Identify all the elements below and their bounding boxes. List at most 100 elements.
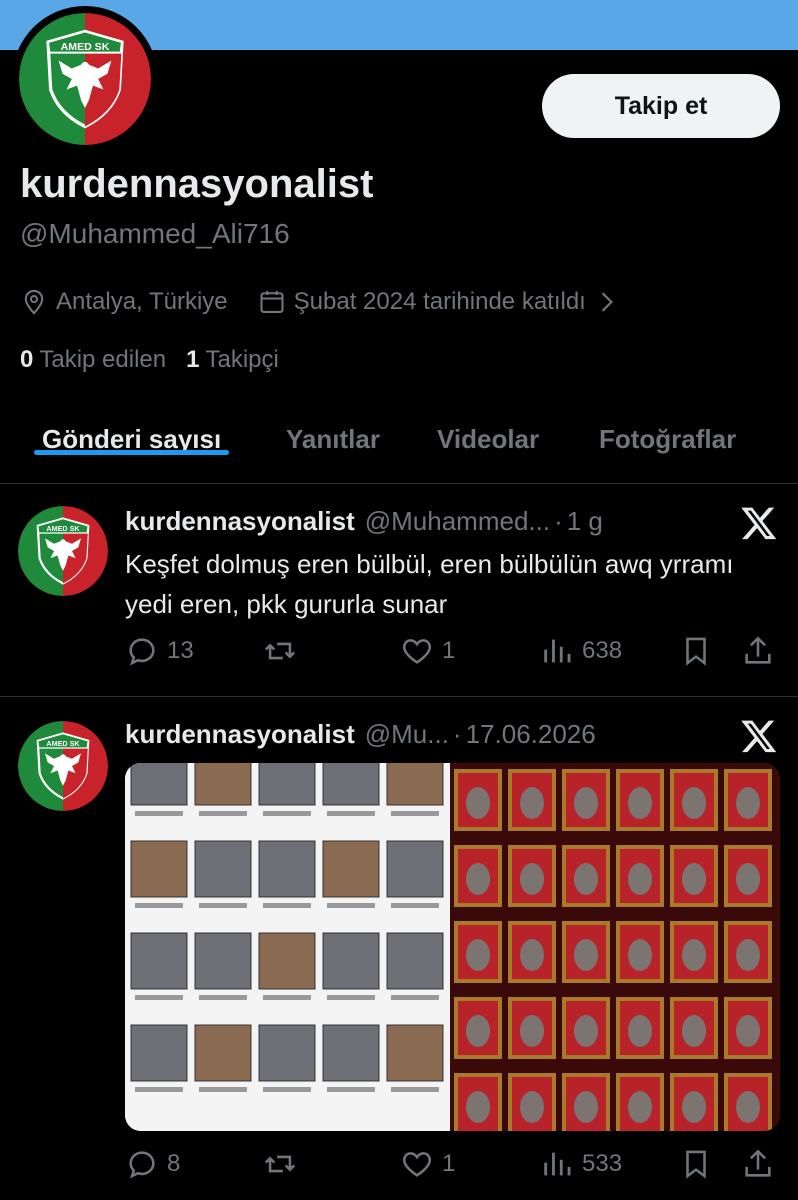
follow-counts: 0 Takip edilen 1 Takipçi	[20, 346, 279, 374]
following-count: 0	[20, 346, 34, 373]
profile-joined-date[interactable]: Şubat 2024 tarihinde katıldı	[294, 288, 586, 316]
media-image-left[interactable]	[125, 763, 450, 1131]
caption-bar	[327, 995, 375, 1000]
portrait-shape	[466, 1091, 490, 1123]
post-date[interactable]: 1 g	[567, 506, 603, 537]
share-button[interactable]	[741, 634, 783, 668]
portrait-shape	[574, 863, 598, 895]
tab-videos[interactable]: Videolar	[437, 410, 539, 455]
caption-bar	[199, 995, 247, 1000]
portrait-shape	[628, 1091, 652, 1123]
reply-icon	[129, 1151, 155, 1179]
media-image-right[interactable]	[450, 763, 780, 1131]
tab-photos-label: Fotoğraflar	[599, 424, 737, 454]
share-icon	[745, 1149, 771, 1177]
post-header: kurdennasyonalist @Mu... · 17.06.2026	[125, 719, 596, 750]
photo-tile	[386, 763, 444, 806]
profile-display-name: kurdennasyonalist	[20, 162, 374, 206]
chevron-right-icon[interactable]	[598, 291, 616, 313]
photo-tile	[130, 763, 188, 806]
repost-button[interactable]	[263, 1147, 305, 1181]
x-logo-icon[interactable]	[740, 504, 778, 542]
caption-bar	[391, 811, 439, 816]
x-logo-icon[interactable]	[740, 717, 778, 755]
post-author-handle[interactable]: @Mu...	[365, 719, 449, 750]
post-header: kurdennasyonalist @Muhammed... · 1 g	[125, 506, 603, 537]
post-item[interactable]: kurdennasyonalist @Muhammed... · 1 g Keş…	[0, 484, 798, 697]
post-author-handle[interactable]: @Muhammed...	[365, 506, 550, 537]
view-count: 533	[582, 1150, 623, 1177]
views-button[interactable]: 638	[540, 634, 622, 668]
heart-icon	[402, 1152, 432, 1177]
post-avatar[interactable]	[18, 506, 108, 596]
followers-link[interactable]: 1 Takipçi	[186, 346, 279, 374]
photo-tile	[194, 763, 252, 806]
separator-dot: ·	[452, 719, 462, 749]
views-button[interactable]: 533	[540, 1147, 622, 1181]
reply-button[interactable]: 13	[125, 634, 194, 668]
tab-videos-label: Videolar	[437, 424, 540, 454]
caption-bar	[135, 995, 183, 1000]
post-avatar[interactable]	[18, 721, 108, 811]
post-text: Keşfet dolmuş eren bülbül, eren bülbülün…	[125, 549, 734, 619]
portrait-shape	[682, 939, 706, 971]
amed-sk-logo	[18, 721, 108, 811]
post-media[interactable]	[125, 763, 780, 1131]
photo-tile	[322, 840, 380, 898]
active-tab-indicator	[34, 450, 230, 455]
photo-tile	[386, 840, 444, 898]
post-item[interactable]: kurdennasyonalist @Mu... · 17.06.2026 8 …	[0, 697, 798, 1200]
photo-tile	[130, 1024, 188, 1082]
reply-icon	[129, 638, 155, 666]
photo-tile	[258, 763, 316, 806]
caption-bar	[391, 903, 439, 908]
followers-count: 1	[186, 346, 200, 373]
portrait-shape	[520, 1091, 544, 1123]
post-author-name[interactable]: kurdennasyonalist	[125, 506, 355, 537]
photo-tile	[194, 1024, 252, 1082]
analytics-icon	[544, 1152, 571, 1176]
portrait-shape	[736, 1091, 760, 1123]
profile-tabs: Gönderi sayısı Yanıtlar Videolar Fotoğra…	[0, 410, 798, 484]
tab-replies[interactable]: Yanıtlar	[286, 410, 380, 455]
portrait-shape	[574, 1091, 598, 1123]
photo-tile	[258, 1024, 316, 1082]
reply-count: 8	[167, 1150, 181, 1177]
like-count: 1	[442, 637, 456, 664]
caption-bar	[135, 903, 183, 908]
profile-avatar[interactable]	[12, 6, 158, 152]
view-count: 638	[582, 637, 623, 664]
post-date[interactable]: 17.06.2026	[466, 719, 596, 750]
repost-button[interactable]	[263, 634, 305, 668]
post-actions: 8 1 533	[125, 1147, 785, 1187]
bookmark-button[interactable]	[679, 634, 721, 668]
photo-tile	[258, 840, 316, 898]
heart-icon	[402, 639, 432, 664]
caption-bar	[263, 811, 311, 816]
portrait-shape	[520, 787, 544, 819]
caption-bar	[391, 1087, 439, 1092]
post-author-name[interactable]: kurdennasyonalist	[125, 719, 355, 750]
photo-tile	[322, 932, 380, 990]
share-button[interactable]	[741, 1147, 783, 1181]
tab-posts[interactable]: Gönderi sayısı	[34, 410, 230, 455]
portrait-shape	[682, 1015, 706, 1047]
like-button[interactable]: 1	[400, 634, 455, 668]
photo-tile	[130, 840, 188, 898]
bookmark-icon	[686, 637, 706, 666]
location-icon	[24, 289, 44, 315]
follow-button[interactable]: Takip et	[542, 74, 780, 138]
portrait-shape	[682, 787, 706, 819]
calendar-icon	[260, 290, 284, 313]
photo-tile	[322, 1024, 380, 1082]
post-actions: 13 1 638	[125, 634, 785, 674]
following-label: Takip edilen	[39, 346, 167, 373]
caption-bar	[263, 903, 311, 908]
following-link[interactable]: 0 Takip edilen	[20, 346, 166, 374]
caption-bar	[327, 1087, 375, 1092]
reply-button[interactable]: 8	[125, 1147, 180, 1181]
like-button[interactable]: 1	[400, 1147, 455, 1181]
tab-photos[interactable]: Fotoğraflar	[599, 410, 736, 455]
photo-tile	[322, 763, 380, 806]
bookmark-button[interactable]	[679, 1147, 721, 1181]
